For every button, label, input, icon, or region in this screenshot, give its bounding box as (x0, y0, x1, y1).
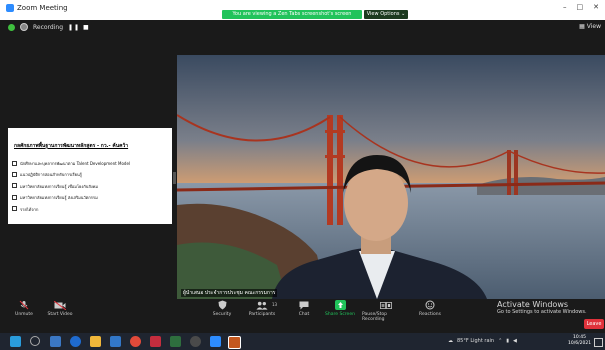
slide-item: มหาวิทยาลัยแห่งการเรียนรู้ เชื่อมโยงกับส… (12, 183, 130, 190)
share-screen-button[interactable]: Share Screen (322, 300, 358, 317)
chat-label: Chat (298, 312, 310, 317)
acrobat-icon[interactable] (150, 336, 161, 347)
record-dot-icon (20, 23, 28, 31)
panel-resize-handle[interactable] (173, 172, 176, 184)
video-frame (177, 55, 605, 299)
view-layout-button[interactable]: ▦ View (579, 23, 601, 30)
encryption-shield-icon (8, 23, 15, 31)
pause-stop-recording-button[interactable]: Pause/Stop Recording (362, 300, 410, 322)
checkbox-icon (12, 171, 17, 177)
window-title-text: Zoom Meeting (17, 4, 68, 12)
reactions-label: Reactions (419, 312, 441, 317)
unmute-button[interactable]: Unmute (6, 300, 42, 317)
unmute-label: Unmute (15, 312, 33, 317)
mail-icon[interactable] (110, 336, 121, 347)
participants-label: Participants (248, 312, 276, 317)
powerpoint-icon[interactable] (228, 336, 241, 349)
grid-icon: ▦ (579, 23, 585, 30)
slide-title: กลศักยภาพพื้นฐานการพัฒนาหลักสูตร - กว.- … (14, 143, 129, 149)
file-explorer-icon[interactable] (90, 336, 101, 347)
smiley-plus-icon (424, 300, 436, 310)
chevron-up-icon[interactable]: ⌃ (498, 338, 502, 344)
reactions-button[interactable]: Reactions (412, 300, 448, 317)
taskbar-clock[interactable]: 10:45 10/6/2021 (568, 335, 591, 347)
slide-item: แนวปฏิบัติการสอนสำหรับการเรียนรู้ (12, 171, 130, 178)
watermark-title: Activate Windows (497, 300, 569, 309)
slide-item: มหาวิทยาลัยแห่งการเรียนรู้ ส่งเสริมนวัตก… (12, 194, 130, 201)
watermark-subtitle: Go to Settings to activate Windows. (497, 309, 587, 315)
pause-recording-icon[interactable]: ❚❚ ■ (68, 24, 90, 31)
volume-icon[interactable]: ◀ (513, 338, 517, 344)
security-label: Security (212, 312, 232, 317)
chrome-icon[interactable] (130, 336, 141, 347)
activate-windows-watermark: Activate Windows Go to Settings to activ… (497, 300, 587, 315)
participant-name-badge: ผู้นำเสนอ ประจำการประชุม คณะกรรมการ (181, 289, 278, 297)
leave-meeting-button[interactable]: Leave (584, 319, 604, 329)
zoom-logo-icon (6, 4, 14, 12)
view-label: View (586, 23, 601, 30)
participants-icon (256, 300, 268, 310)
close-button[interactable]: ✕ (593, 3, 599, 11)
chat-button[interactable]: Chat (286, 300, 322, 317)
share-screen-label: Share Screen (325, 312, 355, 317)
slide-item: รายได้จาก (12, 206, 130, 213)
windows-start-icon[interactable] (10, 336, 21, 347)
system-tray: ☁ 85°F Light rain ⌃ ▮ ◀ (448, 338, 517, 344)
checkbox-icon (12, 194, 17, 200)
microphone-muted-icon (18, 300, 30, 310)
clock-date: 10/6/2021 (568, 341, 592, 346)
speaker-video (177, 55, 605, 299)
security-button[interactable]: Security (204, 300, 240, 317)
app-icon[interactable] (190, 336, 201, 347)
shared-slide: กลศักยภาพพื้นฐานการพัฒนาหลักสูตร - กว.- … (8, 128, 172, 224)
screen-share-banner: You are viewing a Zen Tabs screenshot's … (222, 10, 362, 19)
checkbox-icon (12, 206, 17, 212)
weather-icon: ☁ (448, 338, 453, 344)
weather-label[interactable]: 85°F Light rain (457, 338, 494, 344)
recording-label: Recording (33, 23, 64, 31)
shield-icon (216, 300, 228, 310)
start-video-button[interactable]: Start Video (42, 300, 78, 317)
recording-status: Recording ❚❚ ■ (8, 23, 90, 31)
view-options-button[interactable]: View Options ⌄ (364, 10, 408, 19)
minimize-button[interactable]: – (563, 3, 567, 11)
task-view-icon[interactable] (50, 336, 61, 347)
window-controls: – □ ✕ (563, 3, 599, 11)
zoom-taskbar-icon[interactable] (210, 336, 221, 347)
edge-browser-icon[interactable] (70, 336, 81, 347)
slide-list: นักศึกษาและบุคลากรพัฒนาตาม Talent Develo… (12, 160, 130, 217)
share-screen-icon (334, 300, 346, 310)
checkbox-icon (12, 160, 17, 166)
participants-count: 13 (272, 302, 278, 307)
pause-stop-icon (380, 300, 392, 310)
network-icon[interactable]: ▮ (506, 338, 509, 344)
checkbox-icon (12, 183, 17, 189)
chat-bubble-icon (298, 300, 310, 310)
notification-icon[interactable] (594, 338, 603, 347)
maximize-button[interactable]: □ (577, 3, 584, 11)
app-icon[interactable] (170, 336, 181, 347)
slide-item: นักศึกษาและบุคลากรพัฒนาตาม Talent Develo… (12, 160, 130, 167)
meeting-toolbar (0, 316, 605, 333)
pause-recording-label: Pause/Stop Recording (362, 312, 387, 322)
start-video-label: Start Video (47, 312, 73, 317)
camera-off-icon (54, 300, 66, 310)
search-icon[interactable] (30, 336, 40, 346)
window-title: Zoom Meeting (6, 4, 68, 12)
